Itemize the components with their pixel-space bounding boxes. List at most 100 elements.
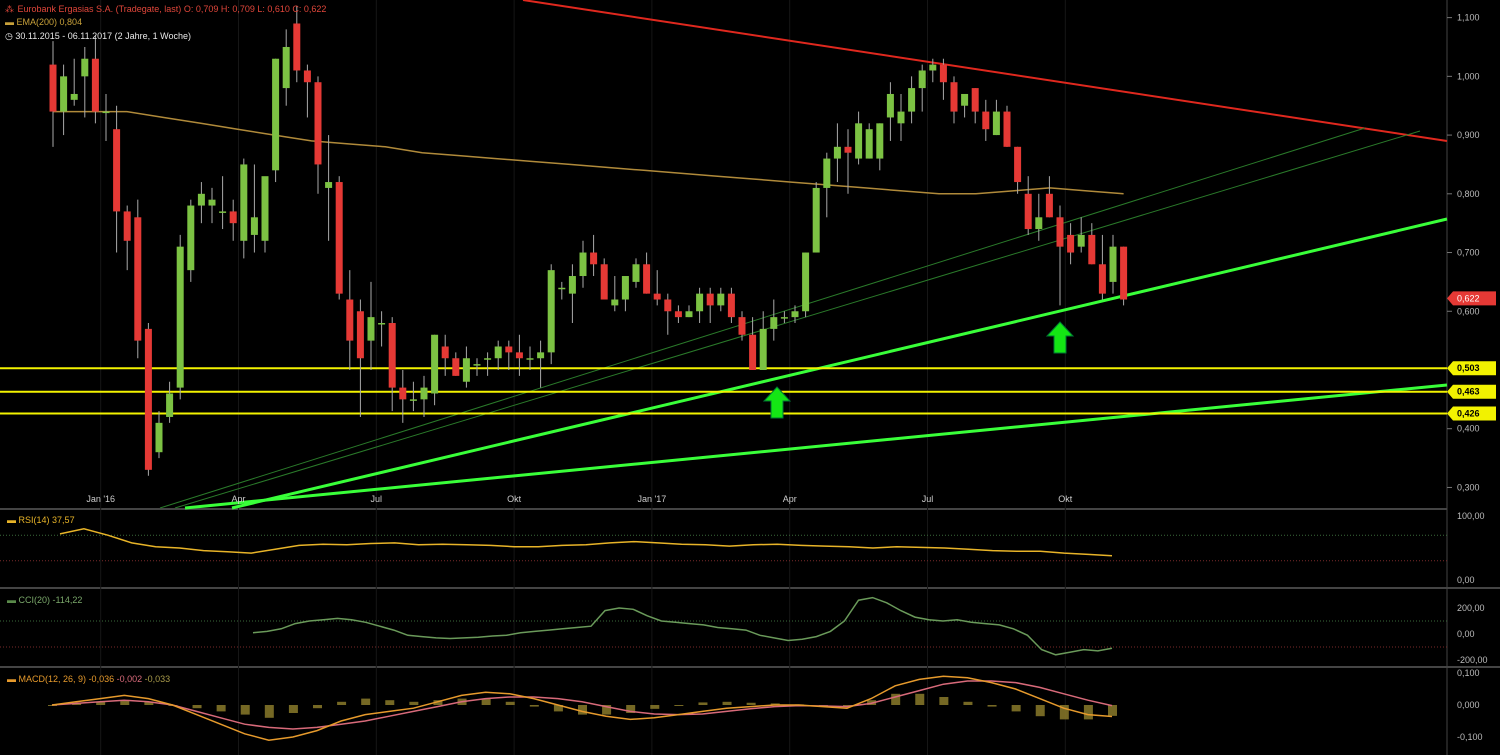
rsi-tick-label: 100,00 [1457, 511, 1485, 521]
cci-value: -114,22 [53, 595, 83, 605]
candle-up [177, 247, 184, 388]
macd-histogram-bar [674, 705, 683, 706]
candle-down [516, 352, 523, 358]
candle-up [198, 194, 205, 206]
candle-up [463, 358, 470, 381]
cci-tick-label: 0,00 [1457, 629, 1475, 639]
candle-up [887, 94, 894, 117]
macd-histogram-bar [193, 705, 202, 708]
macd-histogram-bar [578, 705, 587, 715]
macd-histogram-bar [217, 705, 226, 711]
candle-up [240, 164, 247, 240]
candle-up [802, 253, 809, 312]
signal-value: -0,002 [117, 674, 143, 684]
candle-up [262, 176, 269, 241]
rsi-tick-label: 0,00 [1457, 575, 1475, 585]
candle-down [442, 346, 449, 358]
macd-histogram-bar [1108, 705, 1117, 716]
ohlc-values: O: 0,709 H: 0,709 L: 0,610 C: 0,622 [184, 4, 327, 14]
candle-up [834, 147, 841, 159]
last-price-label: 0,622 [1457, 293, 1480, 303]
candle-up [1110, 247, 1117, 282]
ema-value: 0,804 [60, 17, 83, 27]
candle-up [368, 317, 375, 340]
candle-down [346, 300, 353, 341]
candle-up [325, 182, 332, 188]
candle-up [251, 217, 258, 235]
x-tick-label: Jan '17 [638, 494, 667, 504]
candle-down [230, 211, 237, 223]
macd-histogram-bar [265, 705, 274, 718]
pane-separator [0, 666, 1500, 668]
level-label: 0,463 [1457, 387, 1480, 397]
candle-up [283, 47, 290, 88]
candle-up [527, 358, 534, 360]
candle-up [993, 112, 1000, 135]
y-tick-label: 0,900 [1457, 130, 1480, 140]
candle-down [124, 211, 131, 240]
candle-up [908, 88, 915, 111]
candle-up [855, 123, 862, 158]
x-tick-label: Jul [922, 494, 934, 504]
cci-tick-label: 200,00 [1457, 603, 1485, 613]
macd-histogram-bar [337, 702, 346, 705]
candle-down [399, 388, 406, 400]
cci-tick-label: -200,00 [1457, 655, 1488, 665]
macd-histogram-bar [385, 700, 394, 705]
rsi-header: ▬ RSI(14) 37,57 [7, 515, 75, 525]
candle-up [187, 206, 194, 271]
candle-up [686, 311, 693, 317]
candle-down [389, 323, 396, 388]
candle-up [717, 294, 724, 306]
candle-up [219, 211, 226, 213]
candle-up [961, 94, 968, 106]
candle-down [749, 335, 756, 370]
candle-down [982, 112, 989, 130]
cci-header: ▬ CCI(20) -114,22 [7, 595, 82, 605]
candle-down [1004, 112, 1011, 147]
macd-value: -0,036 [89, 674, 115, 684]
candle-up [929, 65, 936, 71]
price-chart[interactable]: 0,5030,4630,426 1,1001,0000,9000,8000,70… [0, 0, 1500, 755]
macd-histogram-bar [723, 702, 732, 705]
candle-down [50, 65, 57, 112]
candle-down [675, 311, 682, 317]
macd-histogram-bar [1084, 705, 1093, 719]
macd-header: ▬ MACD(12, 26, 9) -0,036 -0,002 -0,033 [7, 674, 170, 684]
candle-up [580, 253, 587, 276]
x-tick-label: Jul [371, 494, 383, 504]
macd-tick-label: 0,100 [1457, 668, 1480, 678]
candle-up [696, 294, 703, 312]
candle-down [1046, 194, 1053, 217]
candle-down [643, 264, 650, 293]
candle-down [845, 147, 852, 153]
x-tick-label: Apr [231, 494, 245, 504]
macd-label: MACD(12, 26, 9) [19, 674, 87, 684]
candle-down [1120, 247, 1127, 300]
candle-up [1078, 235, 1085, 247]
instrument-name: Eurobank Ergasias S.A. [18, 4, 114, 14]
x-tick-label: Apr [783, 494, 797, 504]
candle-up [410, 399, 417, 401]
y-tick-label: 0,800 [1457, 189, 1480, 199]
candle-up [898, 112, 905, 124]
cci-line-icon: ▬ [7, 595, 16, 605]
candle-up [866, 129, 873, 158]
macd-histogram-bar [313, 705, 322, 708]
candle-up [103, 112, 110, 114]
macd-histogram-bar [241, 705, 250, 715]
candle-down [728, 294, 735, 317]
macd-histogram-bar [409, 702, 418, 705]
candle-down [739, 317, 746, 335]
y-tick-label: 1,000 [1457, 71, 1480, 81]
date-range: 30.11.2015 - 06.11.2017 [15, 31, 112, 41]
macd-histogram-bar [915, 694, 924, 705]
candle-down [315, 82, 322, 164]
candle-up [272, 59, 279, 171]
candle-up [71, 94, 78, 100]
candle-up [60, 76, 67, 111]
level-label: 0,503 [1457, 363, 1480, 373]
candle-down [452, 358, 459, 376]
candle-up [548, 270, 555, 352]
instrument-header: ⁂ Eurobank Ergasias S.A. (Tradegate, las… [5, 3, 326, 15]
